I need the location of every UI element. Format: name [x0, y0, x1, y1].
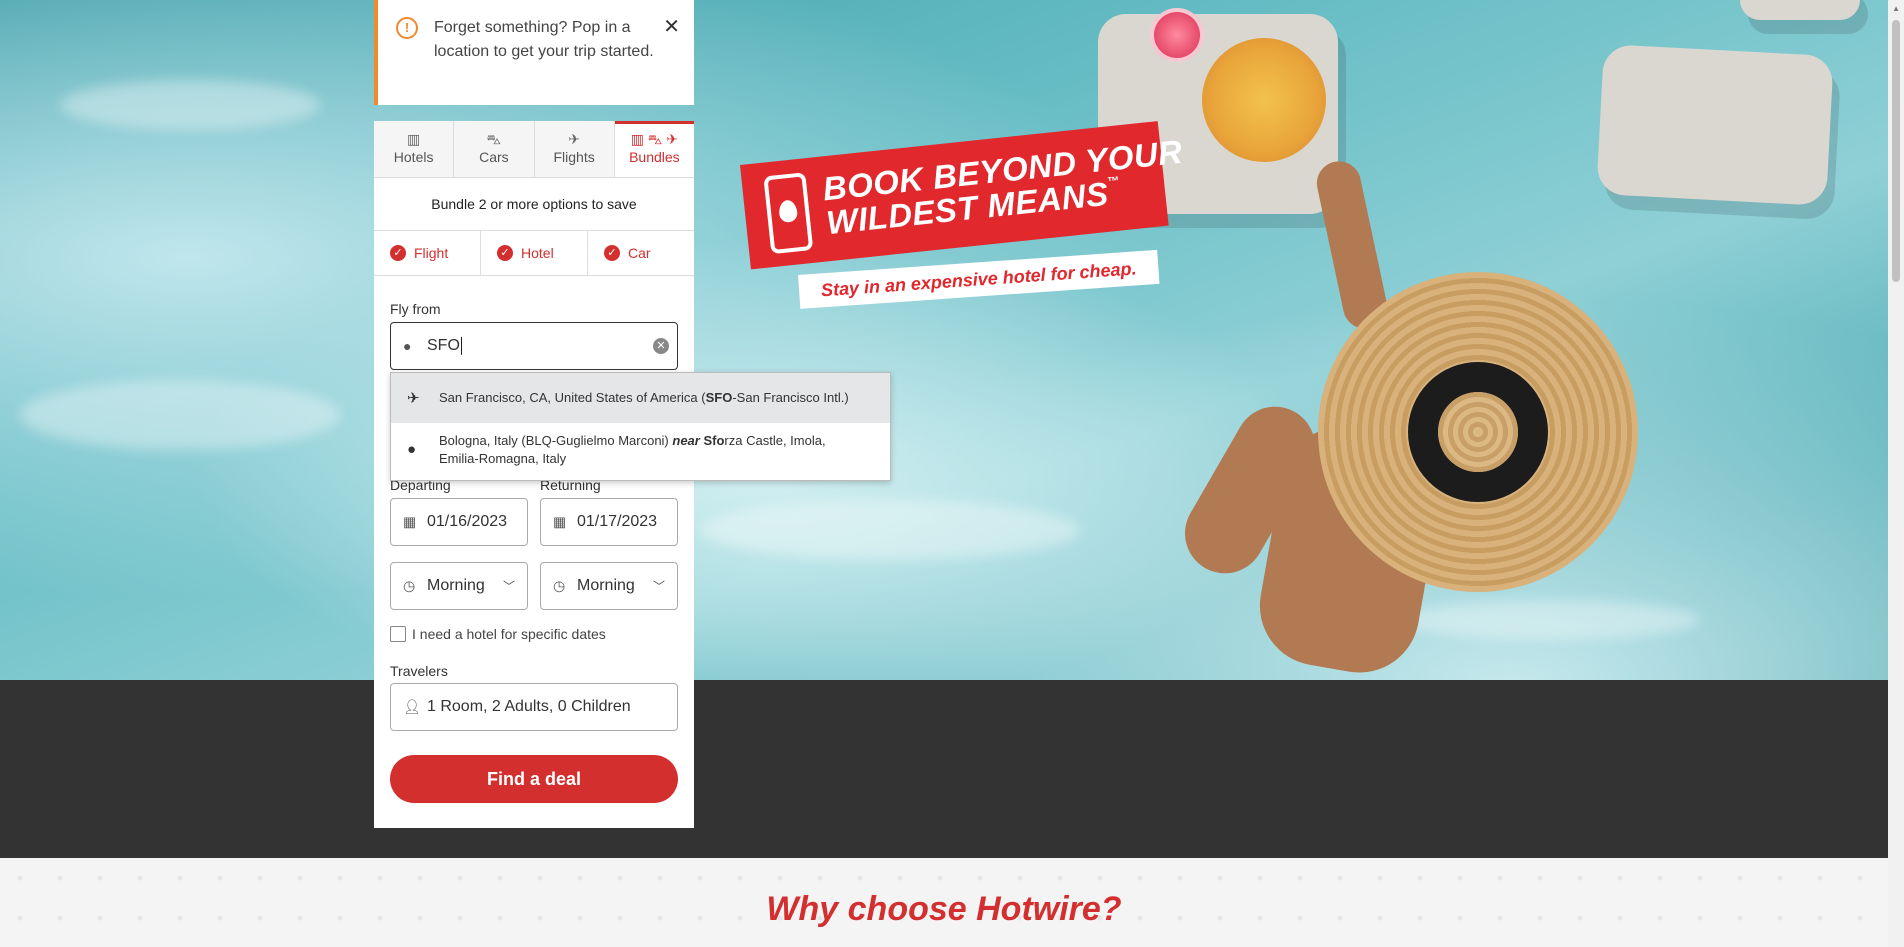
plane-icon: ✈: [407, 390, 420, 407]
water-ripple: [20, 380, 340, 450]
calendar-icon: ▦: [553, 513, 567, 530]
hotel-dates-checkbox-row[interactable]: I need a hotel for specific dates: [390, 626, 606, 642]
scroll-up-icon[interactable]: ▲: [1892, 4, 1900, 13]
person-icon: 👤︎: [403, 698, 421, 715]
suggestion-near: near: [672, 433, 700, 448]
drink-glass-image: [1150, 8, 1204, 62]
plane-icon: ✈: [568, 131, 580, 147]
returning-time-value: Morning: [577, 577, 635, 594]
stone-block: [1596, 44, 1834, 206]
suggestion-match: Sfo: [703, 433, 725, 448]
location-suggestions: ✈ San Francisco, CA, United States of Am…: [390, 372, 891, 481]
suggestion-match: SFO: [705, 390, 733, 405]
tab-label: Bundles: [629, 149, 680, 165]
hotel-icon: ▥: [407, 131, 421, 147]
water-ripple: [60, 80, 320, 130]
bundle-options: ✓ Flight ✓ Hotel ✓ Car: [374, 231, 694, 276]
bundle-icon: ▥ ⛍ ✈: [630, 131, 678, 147]
option-label: Flight: [414, 245, 449, 261]
product-tabs: ▥ Hotels ⛍ Cars ✈ Flights ▥ ⛍ ✈ Bundles: [374, 121, 694, 178]
check-icon: ✓: [497, 245, 513, 261]
departing-date-input[interactable]: ▦ 01/16/2023: [390, 498, 528, 546]
hat-crown: [1438, 392, 1518, 472]
tab-hotels[interactable]: ▥ Hotels: [374, 121, 455, 177]
pizza-image: [1202, 38, 1326, 162]
chevron-down-icon: ﹀: [502, 579, 515, 594]
returning-date-value: 01/17/2023: [577, 513, 658, 530]
tab-label: Flights: [553, 149, 595, 165]
location-pin-icon: ●: [403, 338, 412, 354]
option-hotel[interactable]: ✓ Hotel: [481, 231, 588, 275]
scrollbar-thumb[interactable]: [1892, 20, 1900, 282]
text-caret: [460, 336, 462, 355]
clock-icon: ◷: [403, 577, 416, 594]
calendar-icon: ▦: [403, 513, 417, 530]
option-label: Hotel: [521, 245, 554, 261]
car-icon: ⛍: [486, 131, 502, 147]
missing-location-alert: ! Forget something? Pop in a location to…: [374, 0, 694, 105]
hotel-dates-checkbox[interactable]: [390, 626, 406, 642]
returning-time-select[interactable]: ◷ Morning ﹀: [540, 562, 678, 610]
alert-message: Forget something? Pop in a location to g…: [434, 19, 654, 60]
travelers-value: 1 Room, 2 Adults, 0 Children: [427, 698, 631, 715]
location-pin-icon: ●: [407, 441, 417, 458]
departing-time-value: Morning: [427, 577, 485, 594]
suggestion-item[interactable]: ● Bologna, Italy (BLQ-Guglielmo Marconi)…: [391, 423, 890, 480]
chevron-down-icon: ﹀: [652, 579, 665, 594]
hero-dark-band: [0, 680, 1888, 858]
check-icon: ✓: [604, 245, 620, 261]
trademark: ™: [1106, 173, 1121, 189]
fly-from-label: Fly from: [390, 301, 441, 317]
clock-icon: ◷: [553, 577, 566, 594]
option-car[interactable]: ✓ Car: [588, 231, 694, 275]
suggestion-text: San Francisco, CA, United States of Amer…: [439, 390, 706, 405]
tab-cars[interactable]: ⛍ Cars: [454, 121, 535, 177]
close-icon[interactable]: ✕: [663, 14, 680, 39]
suggestion-text: Bologna, Italy (BLQ-Guglielmo Marconi): [439, 433, 673, 448]
check-icon: ✓: [390, 245, 406, 261]
hotel-dates-label: I need a hotel for specific dates: [412, 626, 606, 642]
suggestion-text: -San Francisco Intl.): [732, 390, 849, 405]
tab-label: Hotels: [393, 149, 434, 165]
option-label: Car: [628, 245, 651, 261]
tab-flights[interactable]: ✈ Flights: [534, 121, 615, 177]
suggestion-item[interactable]: ✈ San Francisco, CA, United States of Am…: [391, 373, 890, 423]
water-ripple: [700, 500, 1080, 560]
returning-date-input[interactable]: ▦ 01/17/2023: [540, 498, 678, 546]
phone-flame-icon: [763, 172, 814, 255]
page-scrollbar[interactable]: ▲: [1888, 0, 1904, 947]
tab-label: Cars: [479, 149, 509, 165]
clear-icon[interactable]: ✕: [653, 338, 669, 354]
why-choose-heading: Why choose Hotwire?: [766, 890, 1122, 928]
travelers-input[interactable]: 👤︎ 1 Room, 2 Adults, 0 Children: [390, 683, 678, 731]
tab-bundles[interactable]: ▥ ⛍ ✈ Bundles: [614, 121, 694, 177]
water-ripple: [1400, 600, 1700, 640]
departing-time-select[interactable]: ◷ Morning ﹀: [390, 562, 528, 610]
departing-date-value: 01/16/2023: [427, 513, 508, 530]
find-deal-button[interactable]: Find a deal: [390, 755, 678, 803]
travelers-label: Travelers: [390, 663, 448, 679]
stone-block: [1740, 0, 1860, 20]
exclamation-circle-icon: !: [396, 17, 418, 39]
fly-from-input[interactable]: ● SFO ✕: [390, 322, 678, 370]
bundle-hint: Bundle 2 or more options to save: [374, 178, 694, 231]
fly-from-value: SFO: [427, 337, 460, 355]
option-flight[interactable]: ✓ Flight: [374, 231, 481, 275]
